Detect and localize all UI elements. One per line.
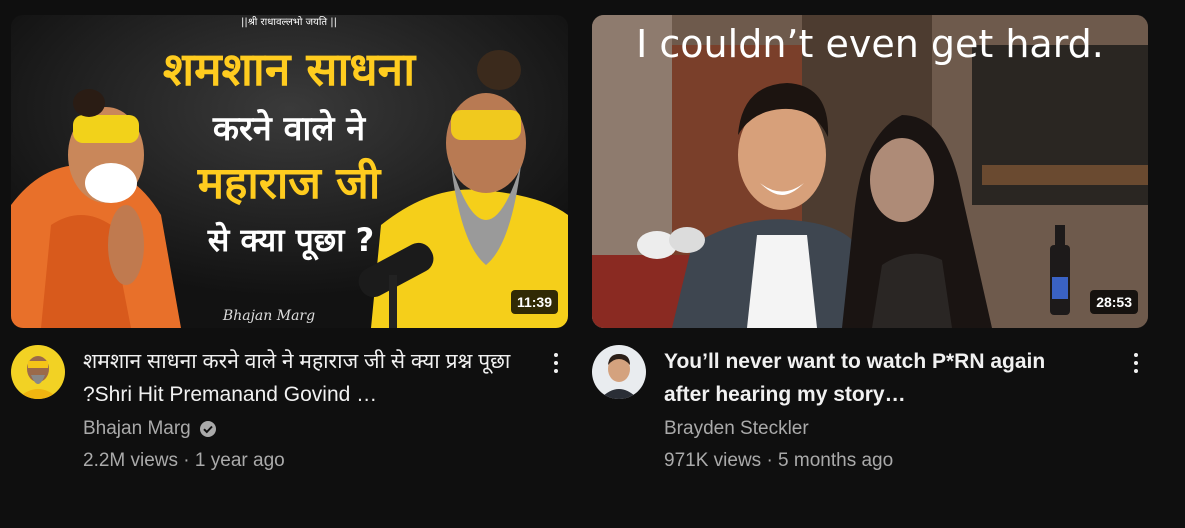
video-title[interactable]: You’ll never want to watch P*RN again af… [664,345,1094,411]
video-details: शमशान साधना करने वाले ने महाराज जी से क्… [11,345,568,477]
channel-avatar[interactable] [11,345,65,399]
channel-name-row: Brayden Steckler [664,413,1094,445]
channel-name[interactable]: Bhajan Marg [83,413,191,445]
thumbnail-caption: I couldn’t even get hard. [636,22,1104,66]
more-actions-icon[interactable] [1124,349,1148,377]
thumbnail-line-2: करने वाले ने [212,108,366,149]
video-duration: 28:53 [1090,290,1138,314]
thumbnail-image: I couldn’t even get hard. [592,15,1148,328]
avatar-image [11,345,65,399]
video-card: ||श्री राधावल्लभो जयति || शमशान साधना कर… [11,15,568,477]
video-stats: 971K views · 5 months ago [664,450,894,471]
video-details: You’ll never want to watch P*RN again af… [592,345,1148,477]
channel-name[interactable]: Brayden Steckler [664,413,809,445]
thumbnail-image: ||श्री राधावल्लभो जयति || शमशान साधना कर… [11,15,568,328]
thumbnail-watermark: Bhajan Marg [222,308,315,324]
video-card: I couldn’t even get hard. 28:53 You’ll n… [592,15,1148,477]
avatar-image [592,345,646,399]
channel-name-row: Bhajan Marg [83,413,513,445]
thumbnail-line-1: शमशान साधना [163,42,417,96]
channel-avatar[interactable] [592,345,646,399]
thumbnail-top-text: ||श्री राधावल्लभो जयति || [241,16,337,28]
video-duration: 11:39 [510,290,558,314]
thumbnail-line-3: महाराज जी [197,157,382,209]
video-grid: ||श्री राधावल्लभो जयति || शमशान साधना कर… [0,0,1185,528]
thumbnail-line-4: से क्या पूछा ? [207,221,374,261]
video-thumbnail[interactable]: I couldn’t even get hard. 28:53 [592,15,1148,328]
more-actions-icon[interactable] [544,349,568,377]
video-thumbnail[interactable]: ||श्री राधावल्लभो जयति || शमशान साधना कर… [11,15,568,328]
video-stats: 2.2M views · 1 year ago [83,450,285,471]
video-title[interactable]: शमशान साधना करने वाले ने महाराज जी से क्… [83,345,513,411]
verified-badge-icon [199,420,217,438]
